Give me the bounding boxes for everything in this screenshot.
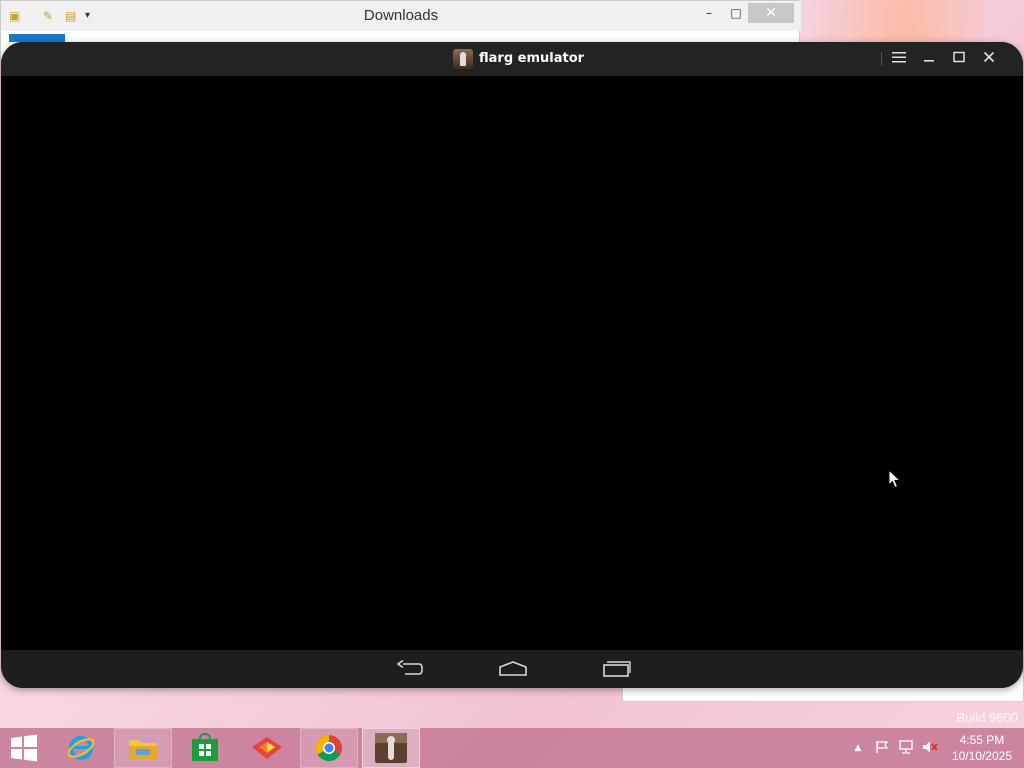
emulator-screen[interactable] [1,76,1023,650]
mouse-cursor-icon [888,469,902,489]
recent-apps-icon[interactable] [602,660,632,678]
show-hidden-icons-arrow[interactable]: ▲ [850,740,866,756]
home-icon[interactable] [498,660,528,678]
back-icon[interactable] [395,659,425,678]
close-icon[interactable] [977,48,1001,70]
taskbar: ▲ 4:55 PM 10/10/2025 [0,728,1024,768]
explorer-titlebar[interactable]: ▣ ✎ ▤ ▾ Downloads – □ ✕ [1,1,801,31]
explorer-minimize-button[interactable]: – [695,3,723,23]
maximize-icon[interactable] [947,48,971,70]
emulator-window[interactable]: flarg emulator [1,42,1023,688]
android-nav-bar [1,650,1023,688]
foxy-app-icon[interactable] [238,728,296,768]
action-center-flag-icon[interactable] [874,740,890,756]
network-icon[interactable] [898,740,914,756]
emulator-titlebar[interactable]: flarg emulator [1,42,1023,76]
explorer-title: Downloads [363,7,439,24]
emulator-logo-icon [453,49,473,69]
volume-muted-icon[interactable] [922,740,938,756]
explorer-maximize-button[interactable]: □ [722,3,750,23]
emulator-title: flarg emulator [479,51,585,66]
explorer-close-button[interactable]: ✕ [748,3,794,23]
hamburger-menu-icon[interactable] [887,48,911,70]
titlebar-divider [881,52,882,66]
clock-time: 4:55 PM [959,733,1005,747]
minimize-icon[interactable] [917,48,941,70]
explorer-file-tab[interactable] [9,34,65,42]
flarg-emulator-icon[interactable] [362,728,420,768]
build-watermark: Build 9600 [956,710,1018,725]
chrome-icon[interactable] [300,728,358,768]
windows-start-icon[interactable] [0,728,48,768]
file-explorer-icon[interactable] [114,728,172,768]
windows-store-icon[interactable] [176,728,234,768]
system-clock[interactable]: 4:55 PM 10/10/2025 [952,732,1012,764]
clock-date: 10/10/2025 [951,749,1012,763]
internet-explorer-icon[interactable] [52,728,110,768]
